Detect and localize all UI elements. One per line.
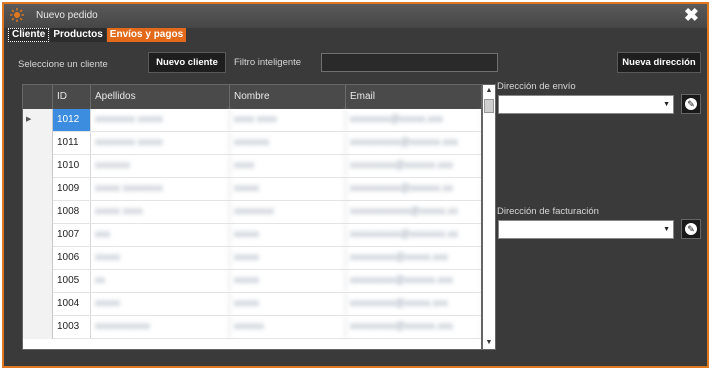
cell-email[interactable]: xxxxxxxxx@xxxxxx.xxx bbox=[346, 155, 481, 177]
column-header-email[interactable]: Email bbox=[346, 85, 481, 109]
edit-pencil-icon: ✎ bbox=[685, 98, 697, 110]
row-header[interactable] bbox=[23, 178, 53, 201]
row-header[interactable] bbox=[23, 270, 53, 293]
row-header[interactable] bbox=[23, 201, 53, 224]
cell-id[interactable]: 1005 bbox=[53, 270, 91, 292]
tab-cliente[interactable]: Cliente bbox=[8, 28, 50, 42]
table-row[interactable]: 1007 xxx xxxxx xxxxxxxxxx@xxxxxxx.xx bbox=[23, 224, 481, 247]
order-window: Nuevo pedido ✖ Cliente Productos Envíos … bbox=[2, 2, 709, 368]
tab-envios-pagos[interactable]: Envíos y pagos bbox=[106, 28, 187, 42]
shipping-address-select[interactable]: ▼ bbox=[498, 95, 674, 114]
cell-apellidos[interactable]: xxxxx xxxx bbox=[91, 201, 230, 223]
shipping-address-label: Dirección de envío bbox=[497, 81, 576, 92]
cell-apellidos[interactable]: xx bbox=[91, 270, 230, 292]
sun-logo-icon bbox=[10, 8, 24, 22]
cell-apellidos[interactable]: xxxxxxx bbox=[91, 155, 230, 177]
edit-shipping-address-button[interactable]: ✎ bbox=[681, 94, 701, 114]
row-header[interactable] bbox=[23, 224, 53, 247]
scroll-down-icon[interactable]: ▼ bbox=[483, 337, 495, 349]
table-row[interactable]: 1003 xxxxxxxxxxx xxxxxx xxxxxxxxx@xxxxxx.xx… bbox=[23, 316, 481, 339]
cell-apellidos[interactable]: xxxxx bbox=[91, 293, 230, 315]
cell-id[interactable]: 1008 bbox=[53, 201, 91, 223]
chevron-down-icon: ▼ bbox=[663, 226, 670, 233]
tab-bar: Cliente Productos Envíos y pagos bbox=[8, 28, 187, 42]
select-client-label: Seleccione un cliente bbox=[18, 59, 108, 70]
table-scrollbar[interactable]: ▲ ▼ bbox=[482, 84, 496, 350]
cell-email[interactable]: xxxxxxxxxx@xxxxxx.xx bbox=[346, 178, 481, 200]
cell-apellidos[interactable]: xxxxx bbox=[91, 247, 230, 269]
column-header-id[interactable]: ID bbox=[53, 85, 91, 109]
scroll-thumb[interactable] bbox=[484, 99, 494, 113]
cell-id[interactable]: 1011 bbox=[53, 132, 91, 154]
cell-apellidos[interactable]: xxx bbox=[91, 224, 230, 246]
new-address-button[interactable]: Nueva dirección bbox=[617, 52, 701, 73]
cell-id[interactable]: 1010 bbox=[53, 155, 91, 177]
row-header-corner bbox=[23, 85, 53, 109]
cell-email[interactable]: xxxxxxxxxx@xxxxxxx.xx bbox=[346, 224, 481, 246]
cell-email[interactable]: xxxxxxxx@xxxxx.xxx bbox=[346, 109, 481, 131]
clients-table: ID Apellidos Nombre Email ▶ 1012 xxxxxxxx … bbox=[22, 84, 482, 350]
row-header[interactable] bbox=[23, 132, 53, 155]
table-row[interactable]: ▶ 1012 xxxxxxxx xxxxx xxxx xxxx xxxxxxxx@xxx… bbox=[23, 109, 481, 132]
tab-productos[interactable]: Productos bbox=[50, 28, 106, 42]
cell-id[interactable]: 1007 bbox=[53, 224, 91, 246]
table-header: ID Apellidos Nombre Email bbox=[23, 85, 481, 109]
cell-nombre[interactable]: xxxxx bbox=[230, 247, 346, 269]
column-header-apellidos[interactable]: Apellidos bbox=[91, 85, 230, 109]
cell-id[interactable]: 1004 bbox=[53, 293, 91, 315]
table-row[interactable]: 1008 xxxxx xxxx xxxxxxxx xxxxxxxxxxxx@xxxxx… bbox=[23, 201, 481, 224]
cell-apellidos[interactable]: xxxxxxxx xxxxx bbox=[91, 132, 230, 154]
row-pointer-icon: ▶ bbox=[26, 116, 32, 123]
cell-email[interactable]: xxxxxxxxx@xxxxx.xxx bbox=[346, 247, 481, 269]
cell-nombre[interactable]: xxxxxxxx bbox=[230, 201, 346, 223]
billing-address-label: Dirección de facturación bbox=[497, 206, 599, 217]
table-row[interactable]: 1010 xxxxxxx xxxx xxxxxxxxx@xxxxxx.xxx bbox=[23, 155, 481, 178]
cell-id[interactable]: 1009 bbox=[53, 178, 91, 200]
cell-email[interactable]: xxxxxxxxxx@xxxxxx.xxx bbox=[346, 132, 481, 154]
cell-id[interactable]: 1012 bbox=[53, 109, 91, 131]
title-bar: Nuevo pedido ✖ bbox=[4, 4, 707, 28]
cell-nombre[interactable]: xxxxx bbox=[230, 293, 346, 315]
cell-nombre[interactable]: xxxxxxx bbox=[230, 132, 346, 154]
cell-nombre[interactable]: xxxxx bbox=[230, 270, 346, 292]
edit-pencil-icon: ✎ bbox=[685, 223, 697, 235]
window-title: Nuevo pedido bbox=[36, 10, 98, 21]
row-header[interactable] bbox=[23, 293, 53, 316]
row-header[interactable]: ▶ bbox=[23, 109, 53, 132]
filter-label: Filtro inteligente bbox=[234, 57, 302, 68]
cell-nombre[interactable]: xxxx bbox=[230, 155, 346, 177]
row-header[interactable] bbox=[23, 155, 53, 178]
cell-email[interactable]: xxxxxxxxx@xxxxxx.xxx bbox=[346, 316, 481, 338]
table-row[interactable]: 1004 xxxxx xxxxx xxxxxxxxx@xxxxx.xxx bbox=[23, 293, 481, 316]
table-row[interactable]: 1006 xxxxx xxxxx xxxxxxxxx@xxxxx.xxx bbox=[23, 247, 481, 270]
cell-nombre[interactable]: xxxx xxxx bbox=[230, 109, 346, 131]
cell-email[interactable]: xxxxxxxxxxxx@xxxxx.xx bbox=[346, 201, 481, 223]
cell-apellidos[interactable]: xxxxx xxxxxxxx bbox=[91, 178, 230, 200]
billing-address-select[interactable]: ▼ bbox=[498, 220, 674, 239]
row-header[interactable] bbox=[23, 316, 53, 339]
table-row[interactable]: 1009 xxxxx xxxxxxxx xxxxx xxxxxxxxxx@xxxxxx… bbox=[23, 178, 481, 201]
cell-id[interactable]: 1006 bbox=[53, 247, 91, 269]
cell-email[interactable]: xxxxxxxxx@xxxxxx.xxx bbox=[346, 270, 481, 292]
edit-billing-address-button[interactable]: ✎ bbox=[681, 219, 701, 239]
cell-apellidos[interactable]: xxxxxxxxxxx bbox=[91, 316, 230, 338]
cell-nombre[interactable]: xxxxx bbox=[230, 224, 346, 246]
row-header[interactable] bbox=[23, 247, 53, 270]
column-header-nombre[interactable]: Nombre bbox=[230, 85, 346, 109]
filter-input[interactable] bbox=[321, 53, 498, 72]
cell-nombre[interactable]: xxxxx bbox=[230, 178, 346, 200]
scroll-up-icon[interactable]: ▲ bbox=[483, 85, 495, 97]
new-client-button[interactable]: Nuevo cliente bbox=[148, 52, 226, 73]
chevron-down-icon: ▼ bbox=[663, 101, 670, 108]
close-icon[interactable]: ✖ bbox=[684, 6, 699, 24]
cell-apellidos[interactable]: xxxxxxxx xxxxx bbox=[91, 109, 230, 131]
table-row[interactable]: 1011 xxxxxxxx xxxxx xxxxxxx xxxxxxxxxx@xxxx… bbox=[23, 132, 481, 155]
table-row[interactable]: 1005 xx xxxxx xxxxxxxxx@xxxxxx.xxx bbox=[23, 270, 481, 293]
cell-id[interactable]: 1003 bbox=[53, 316, 91, 338]
cell-email[interactable]: xxxxxxxxx@xxxxx.xxx bbox=[346, 293, 481, 315]
cell-nombre[interactable]: xxxxxx bbox=[230, 316, 346, 338]
